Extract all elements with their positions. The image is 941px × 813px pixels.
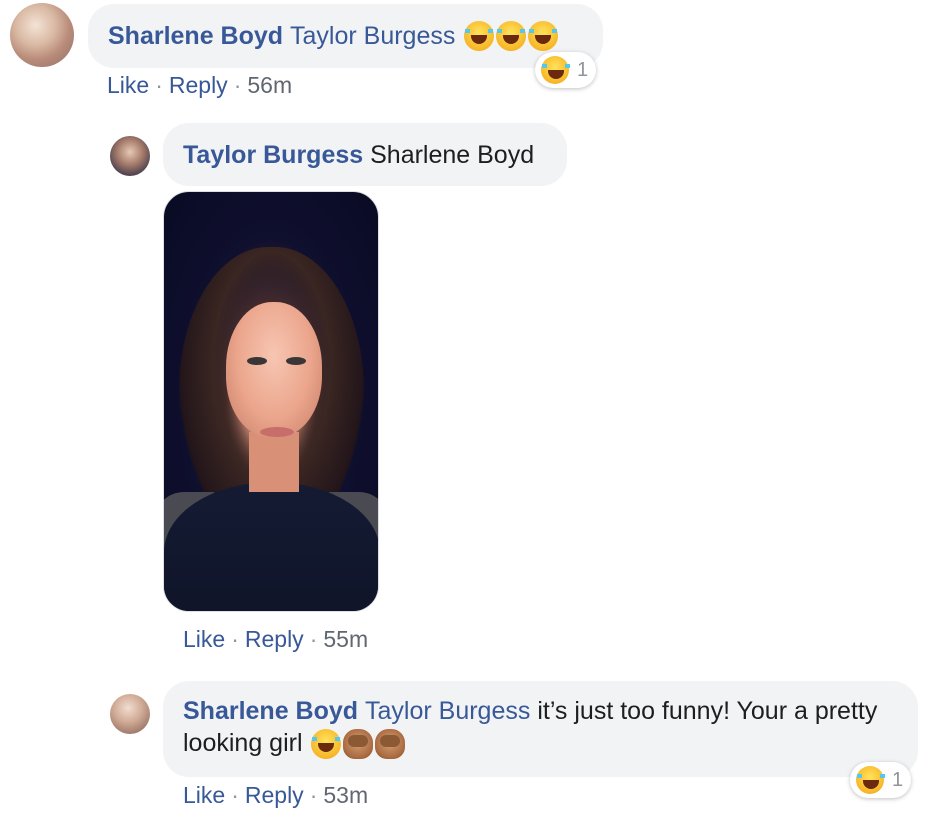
avatar-sharlene-boyd[interactable]: [110, 694, 150, 734]
like-link[interactable]: Like: [107, 72, 149, 98]
reply-link[interactable]: Reply: [245, 626, 304, 652]
separator-dot: ·: [233, 72, 242, 98]
reaction-count: 1: [892, 768, 904, 791]
mention-link[interactable]: Taylor Burgess: [290, 20, 455, 52]
timestamp-link[interactable]: 55m: [323, 626, 368, 652]
tears-of-joy-emoji-icon: [496, 21, 527, 51]
haha-reaction-icon: [856, 766, 885, 794]
like-link[interactable]: Like: [183, 782, 225, 808]
reaction-count: 1: [577, 58, 589, 81]
comment-author-link[interactable]: Sharlene Boyd: [183, 697, 358, 725]
comment-actions: Like · Reply · 56m: [107, 72, 292, 99]
reply-link[interactable]: Reply: [169, 72, 228, 98]
tears-of-joy-emoji-icon: [528, 21, 559, 51]
mention-text[interactable]: Sharlene Boyd: [370, 139, 534, 171]
comment-author-link[interactable]: Taylor Burgess: [183, 139, 363, 171]
see-no-evil-monkey-icon: [343, 729, 374, 760]
reply-link[interactable]: Reply: [245, 782, 304, 808]
comment-author-link[interactable]: Sharlene Boyd: [108, 20, 283, 52]
timestamp-link[interactable]: 56m: [247, 72, 292, 98]
separator-dot: ·: [309, 782, 318, 808]
like-link[interactable]: Like: [183, 626, 225, 652]
separator-dot: ·: [309, 626, 318, 652]
reply-bubble: Sharlene Boyd Taylor Burgess it’s just t…: [163, 681, 918, 777]
separator-dot: ·: [231, 782, 239, 808]
comment-actions: Like · Reply · 55m: [183, 626, 368, 653]
comment-bubble: Sharlene Boyd Taylor Burgess: [88, 4, 603, 68]
comment-actions: Like · Reply · 53m: [183, 782, 368, 809]
selfie-photo[interactable]: [163, 191, 379, 612]
avatar-taylor-burgess[interactable]: [110, 136, 150, 176]
tears-of-joy-emoji-icon: [311, 729, 342, 760]
avatar-sharlene-boyd[interactable]: [10, 3, 74, 67]
reaction-count-badge[interactable]: 1: [535, 52, 597, 88]
timestamp-link[interactable]: 53m: [323, 782, 368, 808]
reaction-count-badge[interactable]: 1: [850, 762, 912, 798]
mention-link[interactable]: Taylor Burgess: [365, 697, 530, 725]
reply-bubble: Taylor Burgess Sharlene Boyd: [163, 123, 567, 186]
separator-dot: ·: [155, 72, 163, 98]
separator-dot: ·: [231, 626, 239, 652]
see-no-evil-monkey-icon: [375, 729, 406, 760]
haha-reaction-icon: [541, 56, 570, 84]
tears-of-joy-emoji-icon: [464, 21, 495, 51]
